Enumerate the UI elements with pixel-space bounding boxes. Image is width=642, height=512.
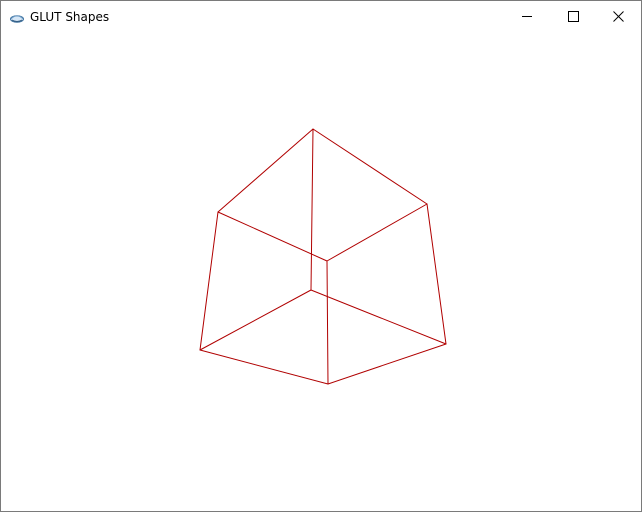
cube-edge [327,343,447,385]
cube-edge [217,128,314,213]
cube-edge [199,289,312,351]
window-title: GLUT Shapes [30,10,110,24]
cube-edge [326,203,428,262]
cube-edge [310,289,447,345]
render-canvas[interactable] [1,32,641,511]
close-button[interactable] [595,1,641,32]
cube-edge [326,260,329,385]
cube-edge [312,128,428,205]
title-bar[interactable]: GLUT Shapes [1,1,641,32]
maximize-icon [568,11,579,22]
close-icon [613,11,624,22]
maximize-button[interactable] [549,1,595,32]
minimize-icon [522,16,532,17]
app-window: GLUT Shapes [0,0,642,512]
cube-edge [199,211,219,351]
cube-edge [426,203,447,345]
glut-app-icon[interactable] [9,10,25,23]
minimize-button[interactable] [503,1,549,32]
cube-edge [217,211,328,262]
cube-edge [199,349,329,385]
cube-edges [199,128,447,385]
cube-edge [310,128,314,291]
wireframe-cube [199,128,447,385]
